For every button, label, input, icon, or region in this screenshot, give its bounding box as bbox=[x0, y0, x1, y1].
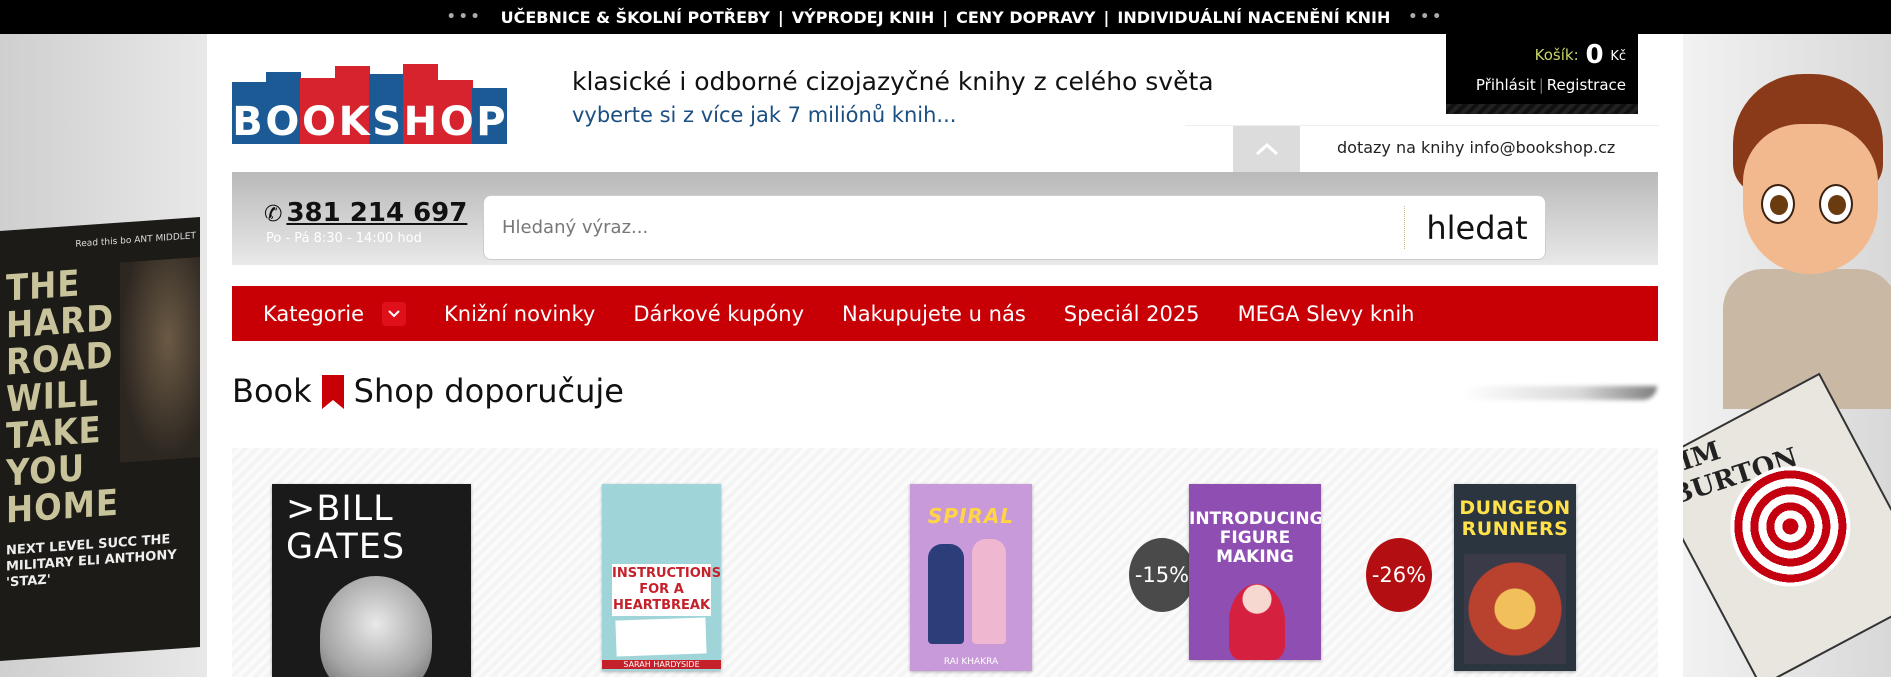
recommended-heading: Book Shop doporučuje bbox=[232, 372, 624, 410]
cover-title: DUNGEON RUNNERS bbox=[1459, 497, 1571, 540]
topbar-link-shipping[interactable]: CENY DOPRAVY bbox=[948, 8, 1103, 27]
phone-contact: ✆ 381 214 697 Po - Pá 8:30 - 14:00 hod bbox=[264, 198, 467, 246]
left-side-ad[interactable]: Read this bo ANT MIDDLET THE HARD ROAD W… bbox=[0, 34, 207, 677]
main-nav: Kategorie Knižní novinky Dárkové kupóny … bbox=[232, 286, 1658, 341]
search-button[interactable]: hledat bbox=[1409, 196, 1545, 259]
scroll-up-button[interactable] bbox=[1233, 126, 1300, 172]
inquiry-contact[interactable]: dotazy na knihy info@bookshop.cz bbox=[1337, 138, 1615, 157]
account-links: Přihlásit | Registrace bbox=[1458, 76, 1626, 94]
heading-decoration bbox=[1462, 386, 1657, 400]
dots-left: ••• bbox=[446, 9, 483, 25]
cart-label: Košík: bbox=[1534, 46, 1579, 64]
search-band: ✆ 381 214 697 Po - Pá 8:30 - 14:00 hod hl… bbox=[232, 172, 1658, 265]
cover-title: INSTRUCTIONS FOR A HEARTBREAK bbox=[612, 564, 721, 616]
boy-eye bbox=[1761, 184, 1795, 224]
phone-icon: ✆ bbox=[264, 202, 283, 227]
topbar-link-sale[interactable]: VÝPRODEJ KNIH bbox=[784, 8, 942, 27]
top-links-bar: ••• UČEBNICE & ŠKOLNÍ POTŘEBY | VÝPRODEJ… bbox=[0, 0, 1891, 34]
account-box: Košík: 0 Kč Přihlásit | Registrace bbox=[1446, 34, 1638, 114]
recommended-products: >BILL GATES INSTRUCTIONS FOR A HEARTBREA… bbox=[232, 448, 1658, 677]
cart-value: 0 bbox=[1585, 40, 1604, 70]
dots-right: ••• bbox=[1408, 9, 1445, 25]
discount-badge: -15% bbox=[1129, 538, 1195, 612]
hard-road-book-cover: Read this bo ANT MIDDLET THE HARD ROAD W… bbox=[0, 217, 200, 661]
heading-part2: Shop doporučuje bbox=[353, 372, 624, 410]
book-cover-figure-making[interactable]: INTRODUCING FIGURE MAKING bbox=[1189, 484, 1321, 660]
phone-number-link[interactable]: ✆ 381 214 697 bbox=[264, 198, 467, 228]
chevron-up-icon bbox=[1255, 142, 1278, 156]
cart-currency: Kč bbox=[1610, 49, 1626, 64]
register-link[interactable]: Registrace bbox=[1547, 76, 1626, 94]
bookmark-icon bbox=[321, 375, 344, 409]
main-container: BOOKSHOP klasické i odborné cizojazyčné … bbox=[207, 34, 1683, 677]
logo-wordmark: BOOKSHOP bbox=[232, 99, 508, 145]
phone-number: 381 214 697 bbox=[286, 198, 468, 228]
cover-figure bbox=[928, 544, 964, 644]
opening-hours: Po - Pá 8:30 - 14:00 hod bbox=[266, 231, 422, 246]
cover-author: RAI KHAKRA bbox=[943, 657, 999, 667]
cover-art bbox=[1464, 554, 1566, 664]
nav-item-mega-sale[interactable]: MEGA Slevy knih bbox=[1238, 302, 1415, 326]
search-box: hledat bbox=[483, 195, 1546, 260]
cover-title: INTRODUCING FIGURE MAKING bbox=[1189, 509, 1321, 567]
cover-card bbox=[615, 617, 707, 657]
nav-item-new-books[interactable]: Knižní novinky bbox=[444, 302, 595, 326]
book-cover-spiral[interactable]: SPIRAL RAI KHAKRA bbox=[910, 484, 1032, 671]
chevron-down-icon[interactable] bbox=[382, 301, 406, 326]
search-input[interactable] bbox=[502, 196, 1382, 259]
cover-figure bbox=[1229, 584, 1285, 660]
site-subtagline: vyberte si z více jak 7 miliónů knih... bbox=[572, 103, 957, 127]
topbar-link-individual-quote[interactable]: INDIVIDUÁLNÍ NACENĚNÍ KNIH bbox=[1109, 8, 1398, 27]
book-cover-dungeon-runners[interactable]: DUNGEON RUNNERS bbox=[1454, 484, 1576, 671]
account-stripe bbox=[1446, 104, 1638, 114]
discount-badge: -26% bbox=[1366, 538, 1432, 612]
nav-item-special-2025[interactable]: Speciál 2025 bbox=[1064, 302, 1200, 326]
boy-eye bbox=[1819, 184, 1853, 224]
bookshop-logo[interactable]: BOOKSHOP bbox=[232, 64, 508, 145]
cover-title: >BILL GATES bbox=[286, 489, 406, 567]
nav-item-shopping-info[interactable]: Nakupujete u nás bbox=[842, 302, 1026, 326]
cartoon-boy-illustration bbox=[1723, 74, 1891, 409]
heading-part1: Book bbox=[232, 372, 312, 410]
account-separator: | bbox=[1538, 76, 1544, 94]
topbar-link-textbooks[interactable]: UČEBNICE & ŠKOLNÍ POTŘEBY bbox=[493, 8, 778, 27]
nav-item-label: Kategorie bbox=[263, 301, 364, 326]
nav-item-gift-vouchers[interactable]: Dárkové kupóny bbox=[633, 302, 804, 326]
book-cover-instructions-heartbreak[interactable]: INSTRUCTIONS FOR A HEARTBREAK SARAH HARD… bbox=[602, 484, 721, 671]
search-divider bbox=[1404, 206, 1405, 249]
nav-item-categories[interactable]: Kategorie bbox=[263, 301, 406, 326]
cover-quote: Read this bo ANT MIDDLET bbox=[75, 231, 196, 250]
site-tagline: klasické i odborné cizojazyčné knihy z c… bbox=[572, 67, 1214, 96]
book-cover-bill-gates[interactable]: >BILL GATES bbox=[272, 484, 471, 677]
cover-figure bbox=[972, 539, 1006, 644]
login-link[interactable]: Přihlásit bbox=[1476, 76, 1536, 94]
cover-author: SARAH HARDYSIDE bbox=[602, 660, 721, 669]
cart-summary[interactable]: Košík: 0 Kč bbox=[1458, 40, 1626, 70]
cover-photo bbox=[320, 576, 432, 677]
cover-title: SPIRAL bbox=[927, 504, 1015, 528]
cover-subtitle: NEXT LEVEL SUCC THE MILITARY ELI ANTHONY… bbox=[6, 532, 177, 591]
